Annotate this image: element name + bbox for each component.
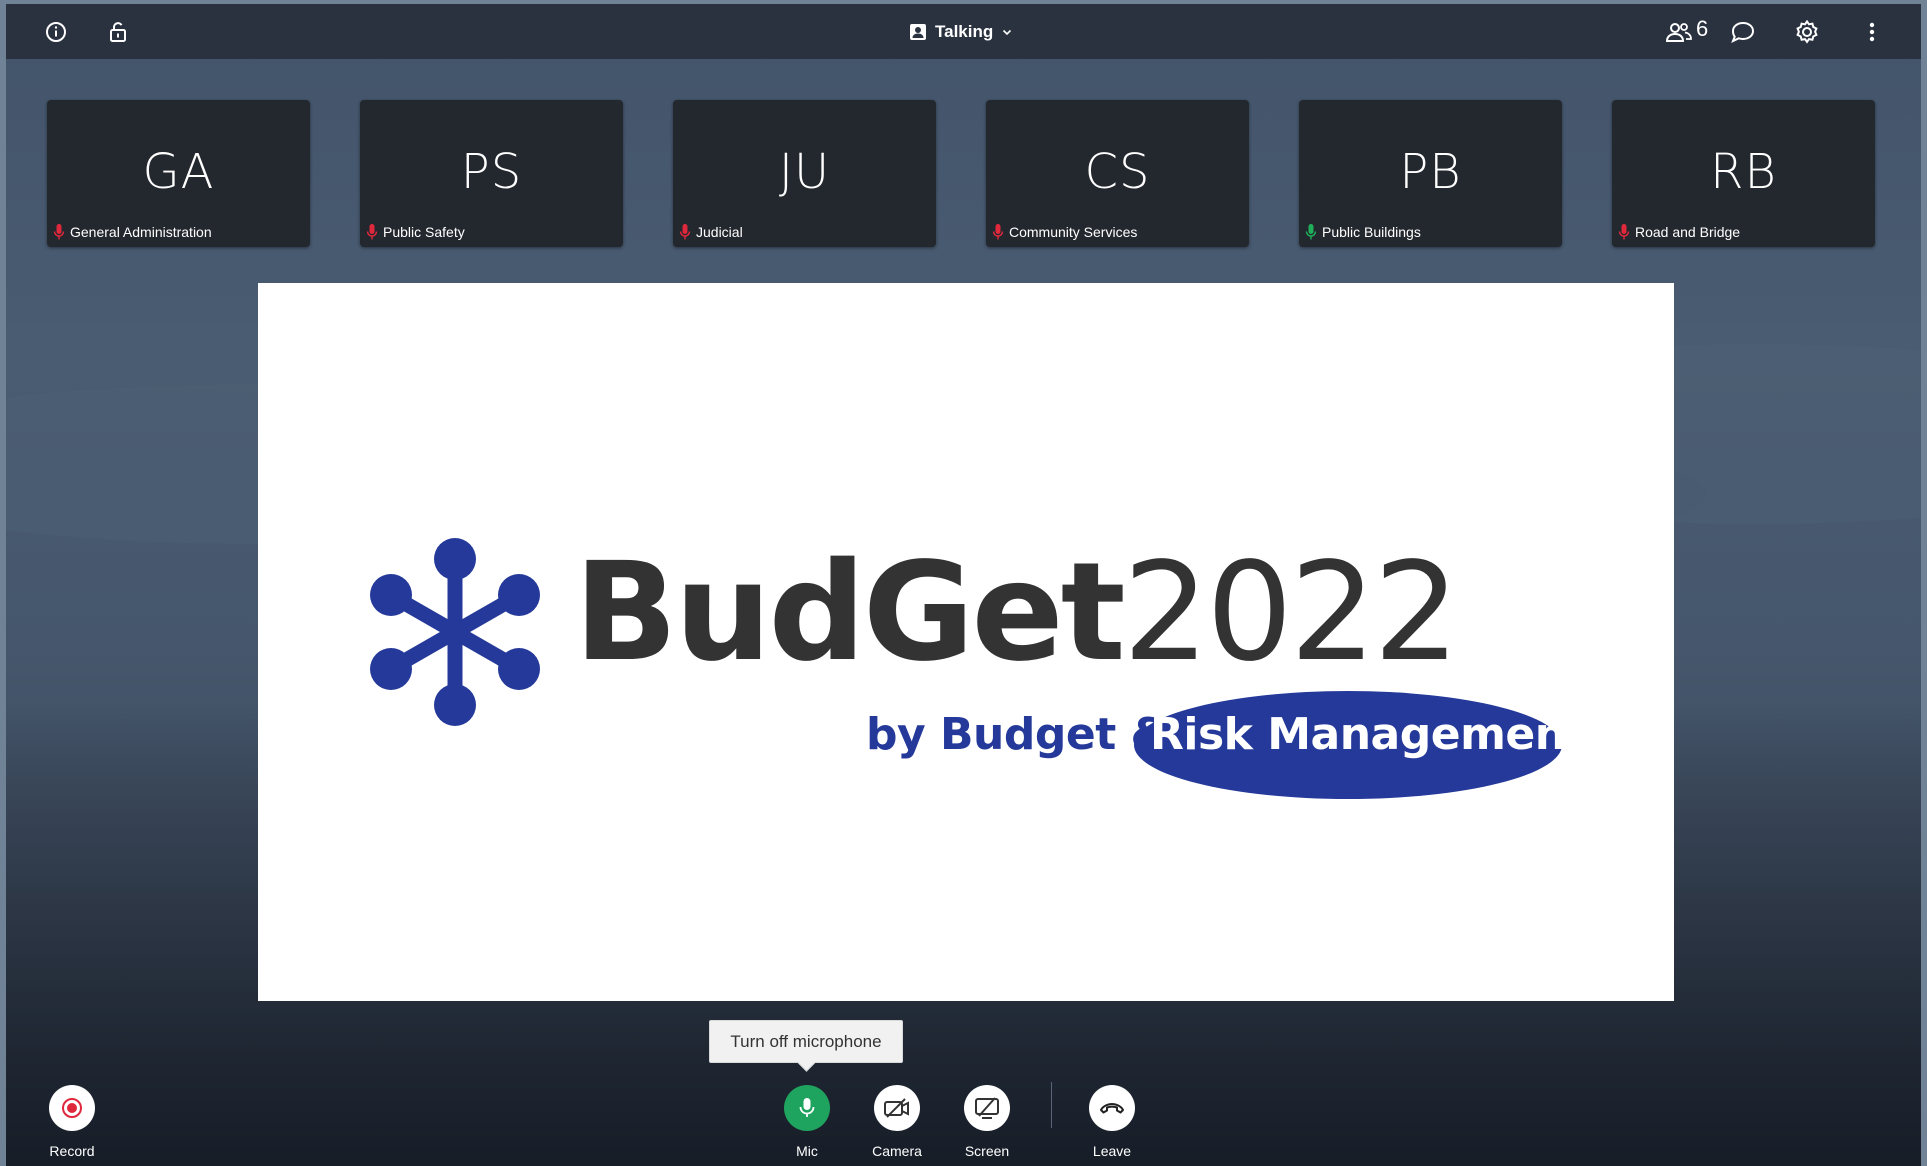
- participant-initials: PS: [460, 144, 523, 200]
- leave-button[interactable]: [1089, 1085, 1135, 1131]
- participant-tile-general-administration[interactable]: GA General Administration: [47, 100, 310, 247]
- screen-label: Screen: [964, 1143, 1010, 1159]
- mic-label: Mic: [796, 1143, 818, 1159]
- controls-divider: [1051, 1082, 1052, 1128]
- brand-bold: BudGet: [574, 534, 1126, 692]
- chevron-down-icon: [1003, 29, 1012, 36]
- camera-off-icon: [884, 1098, 909, 1118]
- mic-muted-icon: [1618, 224, 1630, 240]
- participant-initials: JU: [778, 144, 831, 200]
- participant-name: Public Safety: [383, 224, 465, 240]
- participant-initials: RB: [1710, 144, 1777, 200]
- participant-tile-community-services[interactable]: CS Community Services: [986, 100, 1249, 247]
- status-dropdown[interactable]: Talking: [909, 18, 1013, 46]
- info-icon[interactable]: [42, 18, 70, 46]
- mic-muted-icon: [679, 224, 691, 240]
- screen-share-off-icon: [975, 1097, 999, 1119]
- record-control: Record: [27, 1085, 117, 1159]
- settings-gear-icon[interactable]: [1793, 18, 1821, 46]
- participant-initials: CS: [1084, 144, 1151, 200]
- participant-name: Judicial: [696, 224, 743, 240]
- mic-muted-icon: [366, 224, 378, 240]
- mic-muted-icon: [992, 224, 1004, 240]
- participant-tile-judicial[interactable]: JU Judicial: [673, 100, 936, 247]
- record-button[interactable]: [49, 1085, 95, 1131]
- camera-control: Camera: [852, 1085, 942, 1159]
- participant-name: Road and Bridge: [1635, 224, 1741, 240]
- brand-title: BudGet2022: [574, 545, 1460, 681]
- participant-name: Public Buildings: [1322, 224, 1421, 240]
- brand-year: 2022: [1122, 534, 1460, 692]
- participant-tile-road-and-bridge[interactable]: RB Road and Bridge: [1612, 100, 1875, 247]
- participants-icon[interactable]: [1662, 18, 1696, 46]
- participant-name: Community Services: [1009, 224, 1138, 240]
- meeting-window: Talking 6 GA General Administration PS P…: [6, 4, 1921, 1166]
- tagline-prefix: by Budget &: [866, 709, 1169, 760]
- camera-label: Camera: [872, 1143, 922, 1159]
- participant-tile-public-buildings[interactable]: PB Public Buildings: [1299, 100, 1562, 247]
- mic-active-icon: [1305, 224, 1317, 240]
- participant-name: General Administration: [70, 224, 212, 240]
- participant-initials: GA: [142, 144, 215, 200]
- mic-tooltip: Turn off microphone: [709, 1020, 903, 1063]
- screen-control: Screen: [942, 1085, 1032, 1159]
- top-bar: Talking 6: [6, 4, 1921, 59]
- hang-up-icon: [1100, 1103, 1124, 1114]
- participant-count: 6: [1696, 16, 1709, 41]
- record-label: Record: [49, 1143, 95, 1159]
- mic-control: Mic: [762, 1085, 852, 1159]
- participant-initials: PB: [1399, 144, 1462, 200]
- camera-button[interactable]: [874, 1085, 920, 1131]
- unlock-icon[interactable]: [104, 18, 132, 46]
- shared-screen: BudGet2022 by Budget & Risk Management: [258, 283, 1674, 1001]
- leave-label: Leave: [1092, 1143, 1132, 1159]
- budget-logo-icon: [370, 538, 540, 726]
- screen-share-button[interactable]: [964, 1085, 1010, 1131]
- person-badge-icon: [910, 24, 926, 40]
- tagline-highlight: Risk Management: [1150, 709, 1587, 760]
- more-options-icon[interactable]: [1858, 18, 1886, 46]
- status-label: Talking: [935, 22, 994, 41]
- record-icon: [62, 1098, 82, 1118]
- mic-muted-icon: [53, 224, 65, 240]
- microphone-icon: [799, 1098, 815, 1117]
- mic-button[interactable]: [784, 1085, 830, 1131]
- participant-tile-public-safety[interactable]: PS Public Safety: [360, 100, 623, 247]
- leave-control: Leave: [1067, 1085, 1157, 1159]
- chat-icon[interactable]: [1729, 18, 1757, 46]
